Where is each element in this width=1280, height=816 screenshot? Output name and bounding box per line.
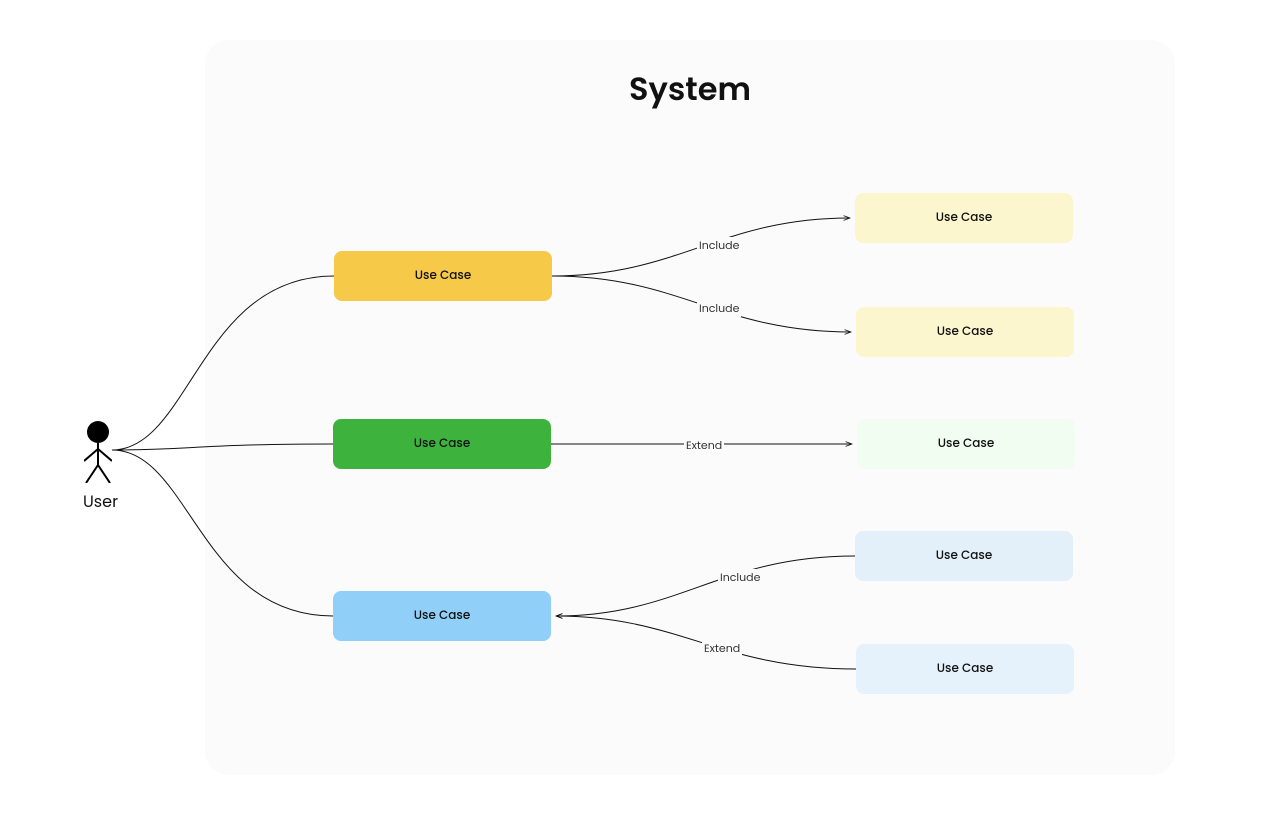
- diagram-title: System: [205, 66, 1175, 114]
- use-case-yellow-include-1[interactable]: Use Case: [855, 193, 1073, 243]
- user-actor-label: User: [83, 489, 118, 514]
- use-case-blue-include[interactable]: Use Case: [855, 531, 1073, 581]
- edge-label-extend-1: Extend: [684, 437, 724, 454]
- edge-label-include-2: Include: [697, 300, 741, 317]
- use-case-yellow-include-2[interactable]: Use Case: [856, 307, 1074, 357]
- edge-label-include-3: Include: [718, 569, 762, 586]
- use-case-yellow[interactable]: Use Case: [334, 251, 552, 301]
- use-case-green[interactable]: Use Case: [333, 419, 551, 469]
- use-case-green-extend[interactable]: Use Case: [857, 419, 1075, 469]
- user-actor-icon: [84, 421, 112, 483]
- edge-label-extend-2: Extend: [702, 640, 742, 657]
- edge-label-include-1: Include: [697, 237, 741, 254]
- use-case-blue-extend[interactable]: Use Case: [856, 644, 1074, 694]
- use-case-blue[interactable]: Use Case: [333, 591, 551, 641]
